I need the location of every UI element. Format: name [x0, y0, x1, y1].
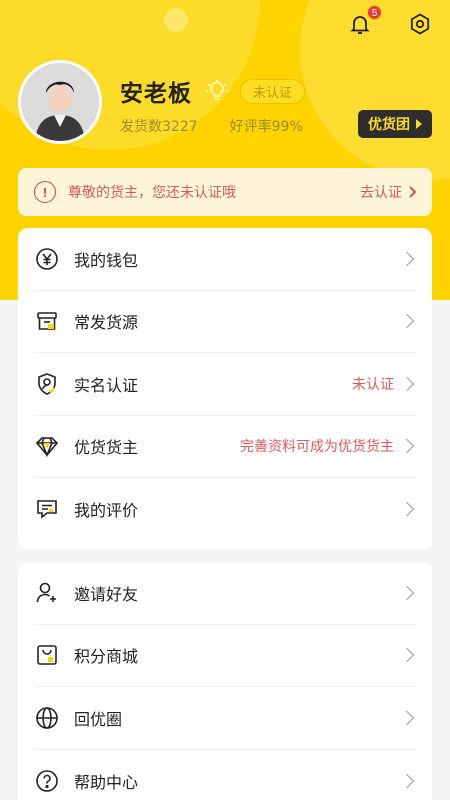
positive-rating: 好评率99%: [229, 119, 303, 135]
chevron-right-icon: [399, 585, 415, 600]
notice-text: 尊敬的货主，您还未认证哦: [68, 185, 236, 201]
chevron-right-icon: [399, 773, 415, 788]
menu-card-primary: 我的钱包 常发货源 实名认证 未认证 优货货主 完善资料可成为优货货主 我的评价: [18, 228, 432, 550]
decor-circle: [164, 8, 188, 32]
avatar[interactable]: [18, 60, 102, 144]
menu-label: 积分商城: [74, 647, 139, 667]
menu-item-real-name-auth[interactable]: 实名认证 未认证: [34, 353, 416, 416]
menu-item-my-reviews[interactable]: 我的评价: [34, 478, 416, 541]
chevron-right-icon: [399, 314, 415, 329]
notification-button[interactable]: 5: [344, 5, 382, 40]
chevron-right-icon: [399, 251, 415, 266]
menu-item-huiyou-circle[interactable]: 回优圈: [34, 687, 416, 750]
alert-icon: !: [34, 181, 56, 203]
menu-label: 实名认证: [74, 375, 139, 395]
quality-group-label: 优货团: [368, 117, 410, 133]
menu-label: 帮助中心: [74, 772, 139, 792]
play-arrow-icon: [416, 119, 422, 129]
wallet-icon: [36, 247, 58, 270]
globe-icon: [36, 706, 58, 729]
profile-name-row: 安老板 未认证: [120, 74, 306, 108]
chevron-right-icon: [399, 502, 415, 517]
top-actions: 5: [344, 5, 436, 40]
shield-user-icon: [38, 372, 56, 395]
menu-label: 优货货主: [74, 438, 139, 458]
menu-item-help-center[interactable]: 帮助中心: [34, 750, 416, 800]
chevron-right-icon: [399, 439, 415, 454]
box-icon: [37, 312, 57, 331]
certify-link-label: 去认证: [360, 185, 402, 201]
comment-icon: [37, 500, 57, 519]
settings-hexagon-icon: [410, 13, 430, 35]
diamond-icon: [35, 437, 59, 458]
menu-value: 完善资料可成为优货货主: [240, 439, 394, 456]
menu-label: 常发货源: [74, 313, 139, 333]
user-name: 安老板: [120, 81, 192, 107]
add-user-icon: [36, 582, 56, 602]
notification-badge: 5: [367, 5, 382, 20]
menu-value: 未认证: [352, 376, 394, 393]
shop-icon: [37, 645, 57, 666]
chevron-right-icon: [399, 376, 415, 391]
profile-stats: 发货数3227 好评率99%: [120, 116, 303, 136]
chevron-right-icon: [399, 710, 415, 725]
menu-item-points-mall[interactable]: 积分商城: [34, 625, 416, 687]
menu-item-frequent-sources[interactable]: 常发货源: [34, 291, 416, 353]
menu-item-invite-friends[interactable]: 邀请好友: [34, 562, 416, 625]
avatar-image: [21, 63, 99, 141]
settings-button[interactable]: [404, 8, 436, 40]
menu-card-secondary: 邀请好友 积分商城 回优圈 帮助中心: [18, 562, 432, 800]
menu-item-quality-shipper[interactable]: 优货货主 完善资料可成为优货货主: [34, 416, 416, 478]
lightbulb-icon[interactable]: [204, 78, 230, 104]
menu-label: 邀请好友: [74, 584, 139, 604]
menu-label: 我的评价: [74, 501, 139, 521]
shipment-count: 发货数3227: [120, 119, 198, 135]
certification-notice[interactable]: ! 尊敬的货主，您还未认证哦 去认证: [18, 168, 432, 216]
chevron-right-icon: [399, 648, 415, 663]
menu-label: 我的钱包: [74, 250, 139, 270]
certification-tag: 未认证: [240, 78, 306, 104]
chevron-right-icon: [409, 186, 417, 198]
quality-group-button[interactable]: 优货团: [358, 110, 432, 138]
help-icon: [36, 769, 58, 792]
certify-link[interactable]: 去认证: [360, 182, 418, 202]
menu-label: 回优圈: [74, 709, 123, 729]
menu-item-wallet[interactable]: 我的钱包: [34, 228, 416, 291]
